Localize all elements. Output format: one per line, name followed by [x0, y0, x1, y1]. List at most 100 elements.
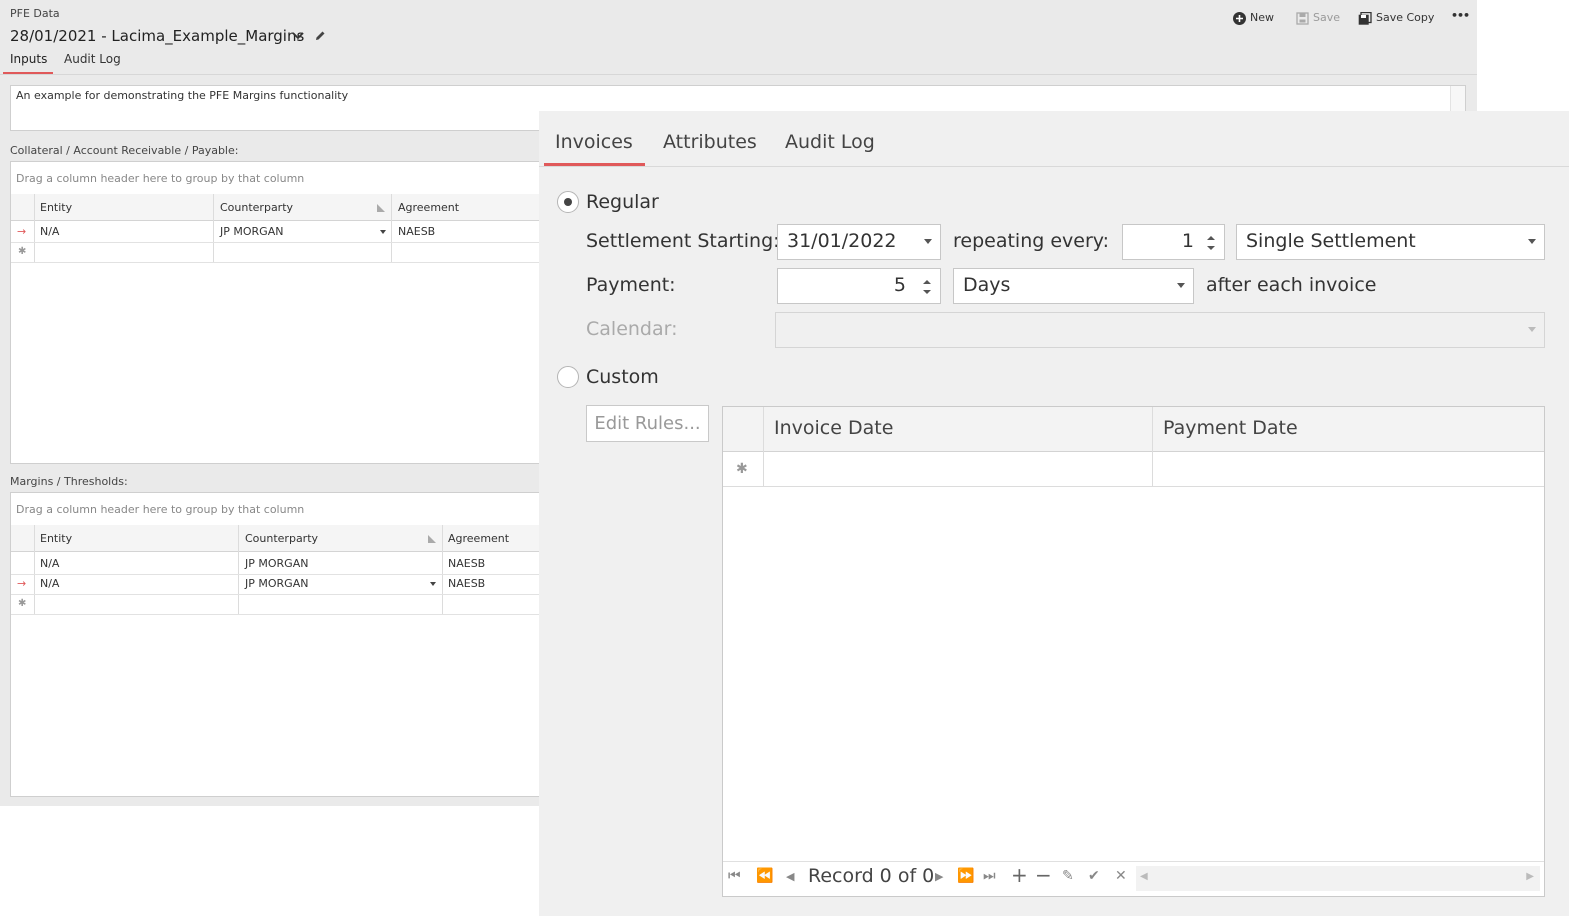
save-copy-icon: [1358, 11, 1372, 25]
collateral-label: Collateral / Account Receivable / Payabl…: [10, 144, 239, 157]
custom-radio[interactable]: [557, 366, 579, 388]
table-cell-entity[interactable]: N/A: [35, 225, 59, 238]
chevron-down-icon[interactable]: [292, 30, 304, 42]
column-header-entity[interactable]: Entity: [35, 532, 72, 545]
group-by-panel[interactable]: Drag a column header here to group by th…: [11, 162, 549, 195]
settlement-date-picker[interactable]: 31/01/2022: [777, 224, 941, 260]
grid-header: Invoice Date Payment Date: [723, 407, 1544, 452]
column-header-agreement[interactable]: Agreement: [393, 201, 459, 214]
new-label: New: [1250, 11, 1274, 24]
payment-stepper[interactable]: 5: [777, 268, 941, 304]
settlement-type-value: Single Settlement: [1246, 230, 1416, 252]
chevron-down-icon[interactable]: [924, 239, 932, 244]
invoices-dialog: Invoices Attributes Audit Log Regular Se…: [539, 111, 1569, 916]
scroll-right-icon[interactable]: ▶: [1526, 871, 1534, 882]
payment-unit-select[interactable]: Days: [953, 268, 1194, 304]
record-navigator: ⏮ ⏪ ◀ Record 0 of 0 ▶ ⏩ ⏭ + − ✎ ✔ ✕ ◀ ▶: [723, 861, 1544, 896]
app-title: PFE Data: [10, 7, 60, 20]
pencil-icon[interactable]: [314, 30, 326, 42]
after-each-invoice-label: after each invoice: [1206, 274, 1377, 296]
spin-arrows-icon[interactable]: [922, 276, 932, 298]
add-record-icon[interactable]: +: [1011, 863, 1028, 887]
group-by-hint: Drag a column header here to group by th…: [16, 172, 305, 185]
new-row-icon[interactable]: ✱: [736, 461, 748, 477]
previous-record-icon[interactable]: ◀: [786, 870, 794, 883]
scroll-left-icon[interactable]: ◀: [1140, 871, 1148, 882]
tab-inputs[interactable]: Inputs: [10, 52, 47, 66]
filter-icon[interactable]: [377, 204, 385, 212]
description-text: An example for demonstrating the PFE Mar…: [16, 89, 349, 102]
next-record-icon[interactable]: ▶: [935, 870, 943, 883]
table-cell-counterparty[interactable]: JP MORGAN: [215, 225, 283, 238]
save-label: Save: [1313, 11, 1341, 24]
save-copy-button[interactable]: Save Copy: [1358, 11, 1434, 25]
collateral-grid: Drag a column header here to group by th…: [10, 161, 550, 464]
settlement-starting-label: Settlement Starting:: [586, 230, 780, 252]
tab-audit-log[interactable]: Audit Log: [785, 131, 875, 153]
new-row-icon[interactable]: ✱: [18, 246, 26, 257]
group-by-hint: Drag a column header here to group by th…: [16, 503, 305, 516]
chevron-down-icon[interactable]: [1528, 327, 1536, 332]
column-header-counterparty[interactable]: Counterparty: [240, 532, 318, 545]
settlement-type-select[interactable]: Single Settlement: [1236, 224, 1545, 260]
table-cell-counterparty[interactable]: JP MORGAN: [240, 557, 308, 570]
divider: [539, 166, 1569, 167]
chevron-down-icon[interactable]: [1177, 283, 1185, 288]
column-header-agreement[interactable]: Agreement: [443, 532, 509, 545]
repeating-every-value: 1: [1181, 230, 1194, 252]
calendar-select[interactable]: [775, 312, 1545, 348]
column-header-counterparty[interactable]: Counterparty: [215, 201, 293, 214]
radio-dot: [564, 198, 572, 206]
tab-audit-log[interactable]: Audit Log: [64, 52, 121, 66]
regular-label: Regular: [586, 191, 659, 213]
payment-unit-value: Days: [963, 274, 1011, 296]
table-cell-agreement[interactable]: NAESB: [443, 557, 485, 570]
previous-page-icon[interactable]: ⏪: [756, 868, 773, 884]
table-cell-entity[interactable]: N/A: [35, 577, 59, 590]
table-cell-entity[interactable]: N/A: [35, 557, 59, 570]
edit-record-icon[interactable]: ✎: [1062, 868, 1074, 884]
tab-attributes[interactable]: Attributes: [663, 131, 757, 153]
invoice-grid: Invoice Date Payment Date ✱ ⏮ ⏪ ◀ Record…: [722, 406, 1545, 897]
remove-record-icon[interactable]: −: [1035, 863, 1052, 887]
next-page-icon[interactable]: ⏩: [957, 868, 974, 884]
horizontal-scrollbar[interactable]: ◀ ▶: [1136, 866, 1540, 891]
confirm-edit-icon[interactable]: ✔: [1088, 868, 1100, 884]
counterparty-dropdown-icon[interactable]: [430, 582, 436, 586]
tab-invoices[interactable]: Invoices: [555, 131, 633, 153]
record-counter: Record 0 of 0: [808, 865, 935, 887]
regular-radio[interactable]: [557, 191, 579, 213]
last-record-icon[interactable]: ⏭: [983, 868, 996, 884]
cancel-edit-icon[interactable]: ✕: [1115, 868, 1127, 884]
table-cell-agreement[interactable]: NAESB: [393, 225, 435, 238]
column-header-invoice-date[interactable]: Invoice Date: [774, 417, 893, 439]
margins-grid: Drag a column header here to group by th…: [10, 492, 550, 797]
payment-value: 5: [893, 274, 906, 296]
column-header-entity[interactable]: Entity: [35, 201, 72, 214]
spin-arrows-icon[interactable]: [1206, 232, 1216, 254]
divider: [0, 74, 1477, 75]
group-by-panel[interactable]: Drag a column header here to group by th…: [11, 493, 549, 526]
document-title: 28/01/2021 - Lacima_Example_Margins: [10, 27, 305, 45]
custom-label: Custom: [586, 366, 659, 388]
margins-label: Margins / Thresholds:: [10, 475, 128, 488]
new-row-icon[interactable]: ✱: [18, 598, 26, 609]
chevron-down-icon[interactable]: [1528, 239, 1536, 244]
plus-circle-icon: [1233, 11, 1246, 25]
repeating-every-stepper[interactable]: 1: [1122, 224, 1225, 260]
column-header-payment-date[interactable]: Payment Date: [1163, 417, 1298, 439]
save-icon: [1296, 11, 1309, 25]
more-options-button[interactable]: •••: [1451, 9, 1470, 22]
counterparty-dropdown-icon[interactable]: [380, 230, 386, 234]
save-button[interactable]: Save: [1296, 11, 1340, 25]
current-row-arrow-icon: →: [17, 577, 27, 590]
edit-rules-button[interactable]: Edit Rules...: [586, 405, 709, 442]
calendar-label: Calendar:: [586, 318, 678, 340]
new-button[interactable]: New: [1233, 11, 1274, 25]
payment-label: Payment:: [586, 274, 676, 296]
grid-header: Entity Counterparty Agreement: [11, 525, 549, 552]
table-cell-agreement[interactable]: NAESB: [443, 577, 485, 590]
first-record-icon[interactable]: ⏮: [728, 868, 741, 884]
table-cell-counterparty[interactable]: JP MORGAN: [240, 577, 308, 590]
filter-icon[interactable]: [428, 535, 436, 543]
